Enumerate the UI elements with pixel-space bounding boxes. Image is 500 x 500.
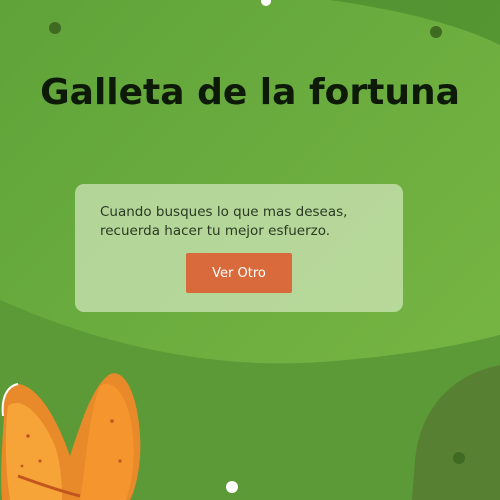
fortune-cookie-icon (1, 373, 141, 500)
see-another-button[interactable]: Ver Otro (186, 253, 292, 293)
page-title: Galleta de la fortuna (40, 72, 460, 113)
fortune-message: Cuando busques lo que mas deseas, recuer… (100, 204, 348, 239)
fortune-page: Galleta de la fortuna Cuando busques lo … (0, 0, 500, 500)
fortune-card: Cuando busques lo que mas deseas, recuer… (75, 184, 403, 312)
